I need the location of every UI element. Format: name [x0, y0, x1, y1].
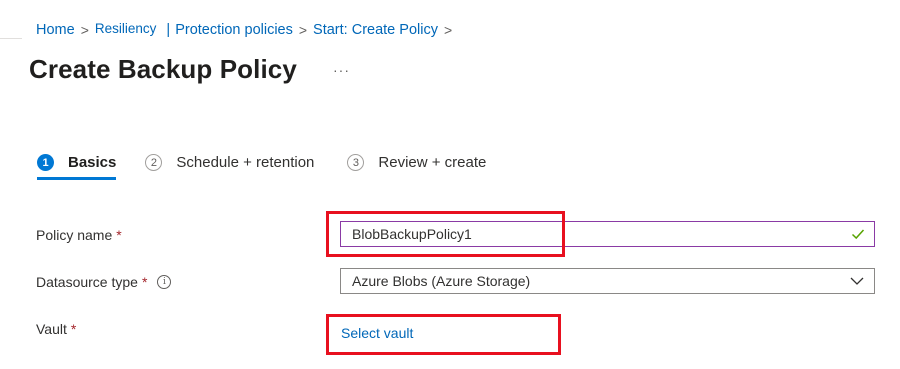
breadcrumb-separator: > [298, 22, 308, 38]
step-number-badge: 3 [347, 154, 365, 171]
datasource-type-label-text: Datasource type [36, 274, 138, 290]
info-icon[interactable]: i [157, 275, 172, 289]
policy-name-label: Policy name * [36, 227, 122, 243]
datasource-type-value: Azure Blobs (Azure Storage) [352, 273, 531, 289]
datasource-type-label: Datasource type * i [36, 274, 172, 290]
more-options-button[interactable]: ··· [333, 62, 350, 78]
annotation-highlight-select-vault [326, 314, 561, 355]
policy-name-label-text: Policy name [36, 227, 113, 243]
annotation-highlight-policy-name [326, 211, 565, 257]
page-title: Create Backup Policy [29, 54, 297, 84]
tab-review-create[interactable]: 3 Review + create [347, 154, 486, 171]
vault-label: Vault * [36, 321, 76, 337]
tab-schedule-retention-label: Schedule + retention [176, 154, 315, 171]
required-asterisk: * [116, 227, 122, 243]
breadcrumb-separator: > [443, 22, 453, 38]
breadcrumb-pipe: | [166, 22, 171, 38]
tab-basics-label: Basics [68, 154, 117, 171]
breadcrumb-protection-policies[interactable]: Protection policies [175, 22, 293, 38]
wizard-steps: 1 Basics 2 Schedule + retention 3 Review… [37, 154, 486, 180]
check-icon [851, 229, 865, 240]
required-asterisk: * [141, 274, 148, 290]
step-number-badge: 2 [145, 154, 163, 171]
top-divider [0, 38, 22, 39]
step-number-badge: 1 [37, 154, 54, 171]
breadcrumb-resiliency[interactable]: Resiliency [95, 21, 157, 36]
breadcrumb: Home > Resiliency | Protection policies … [36, 21, 458, 39]
tab-schedule-retention[interactable]: 2 Schedule + retention [145, 154, 314, 171]
tab-review-create-label: Review + create [378, 154, 487, 171]
datasource-type-dropdown[interactable]: Azure Blobs (Azure Storage) [340, 268, 875, 294]
vault-label-text: Vault [36, 321, 67, 337]
breadcrumb-start-create-policy[interactable]: Start: Create Policy [313, 22, 438, 38]
breadcrumb-home[interactable]: Home [36, 22, 75, 38]
tab-basics[interactable]: 1 Basics [37, 154, 117, 180]
breadcrumb-separator: > [80, 22, 89, 38]
required-asterisk: * [70, 321, 77, 337]
chevron-down-icon [850, 277, 864, 285]
